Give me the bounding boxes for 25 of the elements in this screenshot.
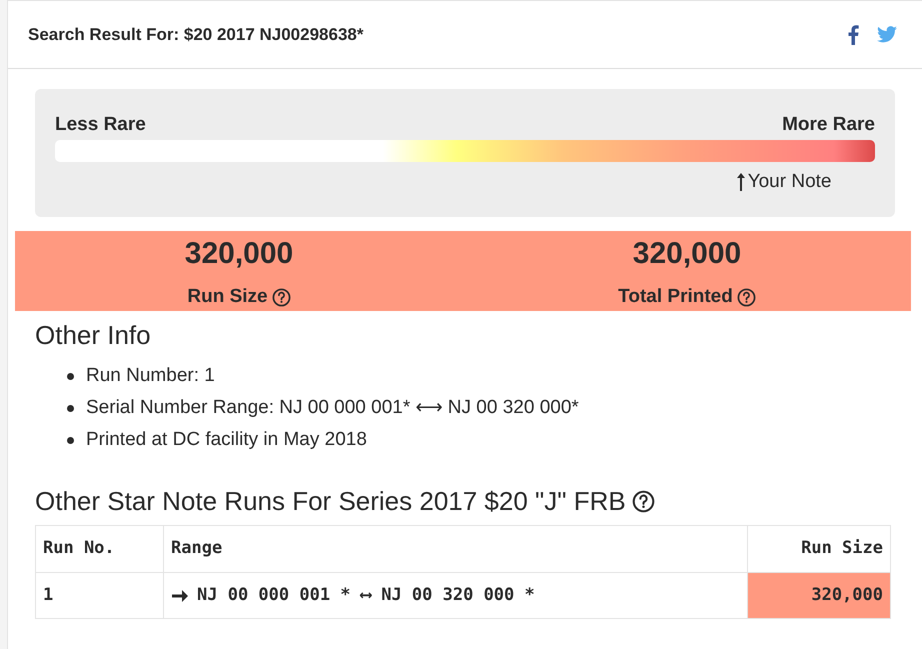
other-info-heading: Other Info [35,319,152,351]
table-cell: 1 [36,572,164,618]
bullet-icon [67,436,74,444]
star-note-runs-heading: Other Star Note Runs For Series 2017 $20 "J" FRB [35,485,626,517]
bullet-icon [67,404,74,412]
more-rare-label: More Rare [782,113,875,137]
info-item: Serial Number Range: NJ 00 000 001* ⟷ NJ 00 320 000* [86,396,579,420]
less-rare-label: Less Rare [55,113,146,137]
stat-label: Run Size [187,285,268,309]
table-cell: 320,000 [748,572,890,618]
search-result-title: Search Result For: $20 2017 NJ00298638* [28,24,364,46]
column-header: Run No. [36,526,164,572]
stat-value: 320,000 [632,236,742,272]
column-header: Range [164,526,748,572]
info-item: Printed at DC facility in May 2018 [86,428,367,452]
stat-value: 320,000 [184,236,294,272]
help-icon[interactable] [632,490,655,512]
facebook-icon[interactable] [848,24,859,44]
bullet-icon [67,372,74,380]
table-cell-text: NJ 00 000 001 * ⟷ NJ 00 320 000 * [197,584,535,607]
info-item: Run Number: 1 [86,364,215,388]
your-note-label: Your Note [748,170,832,194]
help-icon[interactable] [736,288,756,306]
stat-label: Total Printed [618,285,733,309]
help-icon[interactable] [272,288,291,306]
